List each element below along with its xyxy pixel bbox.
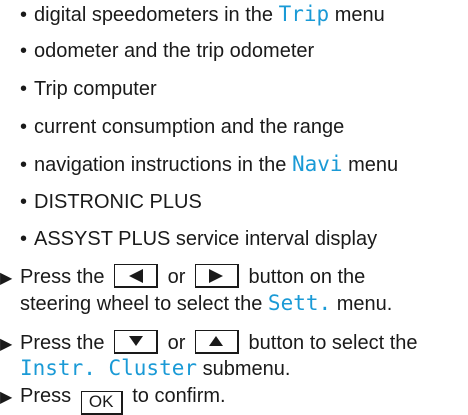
step-text: button to select the bbox=[248, 332, 418, 354]
bullet-marker: • bbox=[20, 154, 28, 176]
bullet-marker: • bbox=[20, 78, 28, 100]
bullet-text: DISTRONIC PLUS bbox=[34, 191, 202, 213]
step-text: Press the bbox=[20, 266, 105, 288]
bullet-item: • odometer and the trip odometer bbox=[0, 39, 314, 63]
bullet-marker: • bbox=[20, 40, 28, 62]
step-text: Press bbox=[20, 385, 72, 407]
bullet-item: • digital speedometers in the Trip menu bbox=[0, 2, 385, 27]
right-arrow-key-icon bbox=[194, 264, 239, 288]
menu-term-navi: Navi bbox=[291, 152, 343, 176]
bullet-marker: • bbox=[20, 228, 28, 250]
bullet-text: odometer and the trip odometer bbox=[34, 40, 315, 62]
step-arrow-icon: ▶ bbox=[0, 389, 13, 406]
bullet-text: menu bbox=[329, 4, 385, 26]
bullet-item: • current consumption and the range bbox=[0, 115, 344, 139]
step-arrow-icon: ▶ bbox=[0, 336, 13, 353]
bullet-text: navigation instructions in the bbox=[34, 154, 292, 176]
step-text: button on the bbox=[248, 266, 366, 288]
manual-page: • digital speedometers in the Trip menu •… bbox=[0, 0, 468, 415]
bullet-item: • navigation instructions in the Navi men… bbox=[0, 152, 398, 177]
step-arrow-icon: ▶ bbox=[0, 270, 13, 287]
bullet-item: • Trip computer bbox=[0, 77, 157, 101]
ok-key: OK bbox=[80, 391, 123, 415]
step-3-line-1: ▶ Press OK to confirm. bbox=[0, 384, 226, 415]
down-arrow-key-icon bbox=[114, 330, 159, 354]
up-arrow-key-icon bbox=[194, 330, 239, 354]
bullet-item: • DISTRONIC PLUS bbox=[0, 190, 202, 214]
bullet-text: menu bbox=[342, 154, 399, 176]
bullet-text: Trip computer bbox=[34, 78, 157, 100]
step-2-line-1: ▶ Press the or button to select the bbox=[0, 330, 418, 357]
left-arrow-key-icon bbox=[114, 264, 159, 288]
step-text: submenu. bbox=[197, 358, 291, 380]
step-1-line-1: ▶ Press the or button on the bbox=[0, 264, 365, 291]
step-text: or bbox=[167, 266, 186, 288]
bullet-marker: • bbox=[20, 191, 28, 213]
bullet-item: • ASSYST PLUS service interval display bbox=[0, 227, 377, 251]
bullet-marker: • bbox=[20, 4, 28, 26]
step-text: to confirm. bbox=[132, 385, 226, 407]
step-text: or bbox=[167, 332, 186, 354]
bullet-marker: • bbox=[20, 116, 28, 138]
step-1-line-2: steering wheel to select the Sett. menu. bbox=[0, 291, 392, 316]
menu-term-sett: Sett. bbox=[267, 291, 332, 315]
menu-term-trip: Trip bbox=[278, 2, 330, 26]
menu-term-instr-cluster: Instr. Cluster bbox=[20, 356, 198, 380]
bullet-text: digital speedometers in the bbox=[34, 4, 279, 26]
step-text: Press the bbox=[20, 332, 105, 354]
bullet-text: ASSYST PLUS service interval display bbox=[34, 228, 378, 250]
step-text: steering wheel to select the bbox=[20, 293, 268, 315]
step-text: menu. bbox=[331, 293, 393, 315]
bullet-text: current consumption and the range bbox=[34, 116, 345, 138]
step-2-line-2: Instr. Cluster submenu. bbox=[0, 356, 290, 381]
